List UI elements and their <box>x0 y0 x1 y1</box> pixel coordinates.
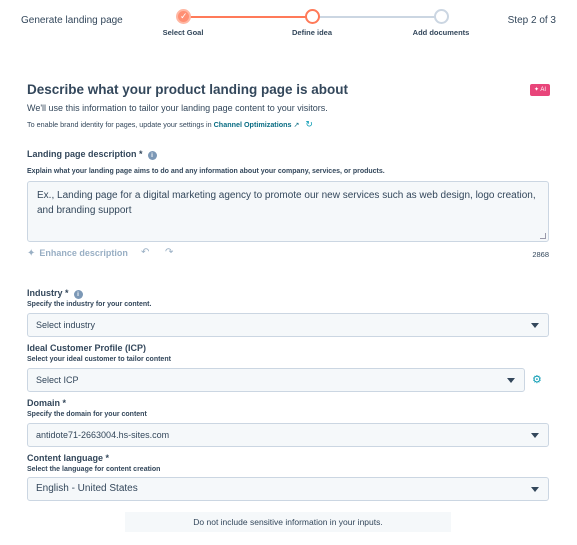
stepper-remaining-line <box>319 16 435 18</box>
section-subtitle: We'll use this information to tailor you… <box>27 103 328 113</box>
description-textarea[interactable]: Ex., Landing page for a digital marketin… <box>27 181 549 242</box>
info-icon[interactable]: i <box>147 151 157 160</box>
chevron-down-icon <box>507 378 515 383</box>
chevron-down-icon <box>531 433 539 438</box>
language-select-value: English - United States <box>36 483 138 494</box>
sensitive-info-notice: Do not include sensitive information in … <box>125 512 451 532</box>
info-icon[interactable]: i <box>73 290 83 299</box>
description-label: Landing page description * i <box>27 149 157 160</box>
stepper-progress-line <box>190 16 307 18</box>
step-3-label[interactable]: Add documents <box>413 28 470 37</box>
domain-help: Specify the domain for your content <box>27 411 147 418</box>
channel-optimizations-link[interactable]: Channel Optimizations <box>214 120 292 129</box>
industry-select[interactable]: Select industry <box>27 313 549 337</box>
industry-label: Industry * i <box>27 288 83 299</box>
icp-select[interactable]: Select ICP <box>27 368 525 392</box>
brand-note-text: To enable brand identity for pages, upda… <box>27 120 214 129</box>
step-1-indicator[interactable]: ✓ <box>176 9 191 24</box>
industry-help: Specify the industry for your content. <box>27 301 152 308</box>
description-help: Explain what your landing page aims to d… <box>27 168 385 175</box>
domain-select-value: antidote71-2663004.hs-sites.com <box>36 430 170 440</box>
description-placeholder: Ex., Landing page for a digital marketin… <box>37 190 536 216</box>
wizard-title: Generate landing page <box>21 15 123 26</box>
wizard-header: Generate landing page ✓ Select Goal Defi… <box>0 0 577 46</box>
language-help: Select the language for content creation <box>27 466 161 473</box>
refresh-icon[interactable]: ↻ <box>305 119 313 129</box>
sparkle-icon: ✦ <box>27 248 36 259</box>
step-2-label[interactable]: Define idea <box>292 28 332 37</box>
language-select[interactable]: English - United States <box>27 477 549 501</box>
section-title: Describe what your product landing page … <box>27 82 349 97</box>
chevron-down-icon <box>531 487 539 492</box>
check-icon: ✓ <box>180 11 188 21</box>
description-label-text: Landing page description * <box>27 149 143 159</box>
step-1-label[interactable]: Select Goal <box>163 28 204 37</box>
redo-icon[interactable]: ↷ <box>165 247 173 258</box>
industry-label-text: Industry * <box>27 288 69 298</box>
step-3-indicator[interactable] <box>434 9 449 24</box>
gear-icon[interactable]: ⚙ <box>532 373 542 386</box>
enhance-description-button[interactable]: ✦ Enhance description <box>27 248 128 259</box>
step-2-indicator[interactable] <box>305 9 320 24</box>
enhance-description-label: Enhance description <box>39 248 128 258</box>
domain-label: Domain * <box>27 398 67 408</box>
chevron-down-icon <box>531 323 539 328</box>
icp-label: Ideal Customer Profile (ICP) <box>27 343 147 353</box>
undo-icon[interactable]: ↶ <box>141 247 149 258</box>
domain-select[interactable]: antidote71-2663004.hs-sites.com <box>27 423 549 447</box>
step-counter: Step 2 of 3 <box>507 15 556 26</box>
external-link-icon: ↗ <box>293 122 300 129</box>
language-label: Content language * <box>27 453 110 463</box>
brand-identity-note: To enable brand identity for pages, upda… <box>27 119 313 130</box>
icp-select-value: Select ICP <box>36 375 79 385</box>
icp-help: Select your ideal customer to tailor con… <box>27 356 171 363</box>
resize-grip-icon[interactable] <box>540 233 546 239</box>
character-count: 2868 <box>532 250 549 259</box>
ai-badge: ✦ AI <box>530 84 550 96</box>
industry-select-value: Select industry <box>36 320 96 330</box>
